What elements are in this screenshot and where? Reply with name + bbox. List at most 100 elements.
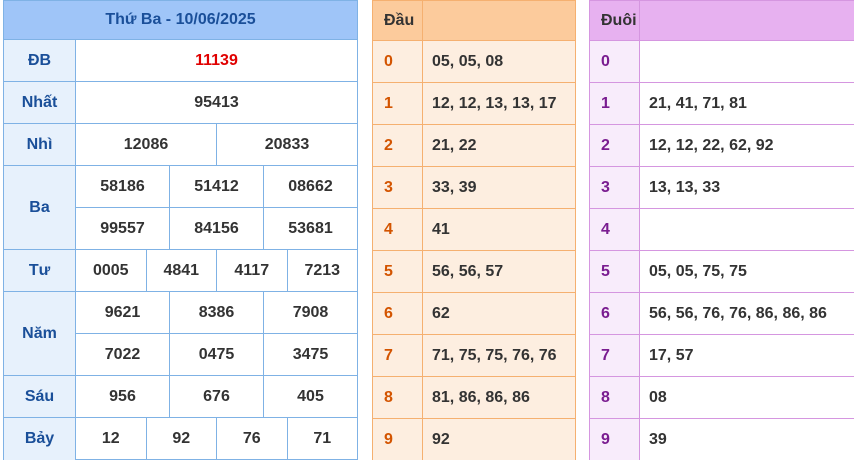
- duoi-row: 3 13, 13, 33: [590, 166, 854, 208]
- duoi-values: 13, 13, 33: [640, 167, 854, 208]
- dau-key: 0: [373, 41, 423, 82]
- prize-number: 71: [313, 430, 332, 447]
- prize-row-sau: Sáu 956 676 405: [4, 376, 357, 418]
- prize-row-bay: Bảy 12 92 76 71: [4, 418, 357, 460]
- prize-number: 405: [297, 387, 324, 405]
- duoi-values: 39: [640, 419, 854, 460]
- prize-number: 12: [76, 418, 147, 460]
- prize-label: Năm: [4, 292, 76, 375]
- dau-row: 5 56, 56, 57: [373, 250, 575, 292]
- duoi-key: 5: [590, 251, 640, 292]
- duoi-values: [640, 209, 854, 250]
- prize-number: 0005: [76, 250, 147, 291]
- dau-values: 12, 12, 13, 13, 17: [423, 83, 575, 124]
- duoi-key: 8: [590, 377, 640, 418]
- prize-label: Bảy: [4, 418, 76, 460]
- prize-row-ba: Ba 58186 51412 08662 99557 84156 53681: [4, 166, 357, 250]
- duoi-values: 21, 41, 71, 81: [640, 83, 854, 124]
- special-prize-number: 11139: [195, 51, 238, 69]
- prize-number: 0475: [170, 334, 264, 375]
- prize-number: 20833: [264, 135, 310, 153]
- dau-row: 1 12, 12, 13, 13, 17: [373, 82, 575, 124]
- dau-values: 33, 39: [423, 167, 575, 208]
- duoi-key: 9: [590, 419, 640, 460]
- duoi-key: 6: [590, 293, 640, 334]
- prize-label: ĐB: [4, 40, 76, 81]
- results-table: Thứ Ba - 10/06/2025 ĐB 11139 Nhất 95413 …: [3, 0, 358, 460]
- prize-number: 84156: [170, 208, 264, 249]
- prize-label: Tư: [4, 250, 76, 291]
- prize-number: 53681: [288, 219, 333, 237]
- duoi-values: 17, 57: [640, 335, 854, 376]
- prize-number: 99557: [76, 208, 170, 249]
- dau-row: 2 21, 22: [373, 124, 575, 166]
- duoi-row: 6 56, 56, 76, 76, 86, 86, 86: [590, 292, 854, 334]
- duoi-table: Đuôi 0 1 21, 41, 71, 81 2 12, 12, 22, 62, …: [589, 0, 854, 460]
- prize-number: 58186: [76, 166, 170, 207]
- results-date-title: Thứ Ba - 10/06/2025: [4, 1, 357, 40]
- dau-row: 8 81, 86, 86, 86: [373, 376, 575, 418]
- dau-key: 3: [373, 167, 423, 208]
- dau-values: 56, 56, 57: [423, 251, 575, 292]
- dau-key: 5: [373, 251, 423, 292]
- dau-values: 81, 86, 86, 86: [423, 377, 575, 418]
- duoi-row: 0: [590, 40, 854, 82]
- dau-key: 1: [373, 83, 423, 124]
- prize-number: 676: [170, 376, 264, 417]
- prize-number: 8386: [170, 292, 264, 333]
- prize-label: Nhì: [4, 124, 76, 165]
- prize-number: 4117: [217, 250, 288, 291]
- dau-row: 4 41: [373, 208, 575, 250]
- duoi-row: 7 17, 57: [590, 334, 854, 376]
- prize-number: 9621: [76, 292, 170, 333]
- prize-number: 95413: [194, 93, 239, 111]
- duoi-key: 7: [590, 335, 640, 376]
- prize-number: 4841: [147, 250, 217, 291]
- prize-number: 7213: [304, 261, 341, 279]
- dau-row: 0 05, 05, 08: [373, 40, 575, 82]
- prize-row-nam: Năm 9621 8386 7908 7022 0475 3475: [4, 292, 357, 376]
- duoi-key: 0: [590, 41, 640, 82]
- prize-number: 7908: [292, 303, 329, 321]
- duoi-values: 05, 05, 75, 75: [640, 251, 854, 292]
- dau-values: 92: [423, 419, 575, 460]
- prize-label: Ba: [4, 166, 76, 249]
- prize-row-db: ĐB 11139: [4, 40, 357, 82]
- duoi-row: 4: [590, 208, 854, 250]
- dau-header: Đầu: [373, 1, 423, 40]
- duoi-row: 9 39: [590, 418, 854, 460]
- prize-label: Nhất: [4, 82, 76, 123]
- dau-key: 6: [373, 293, 423, 334]
- dau-key: 4: [373, 209, 423, 250]
- duoi-key: 4: [590, 209, 640, 250]
- dau-row: 9 92: [373, 418, 575, 460]
- prize-number: 76: [217, 418, 288, 460]
- duoi-header-row: Đuôi: [590, 1, 854, 40]
- duoi-values: 56, 56, 76, 76, 86, 86, 86: [640, 293, 854, 334]
- dau-values: 41: [423, 209, 575, 250]
- prize-row-tu: Tư 0005 4841 4117 7213: [4, 250, 357, 292]
- dau-row: 6 62: [373, 292, 575, 334]
- dau-values: 21, 22: [423, 125, 575, 166]
- dau-row: 7 71, 75, 75, 76, 76: [373, 334, 575, 376]
- duoi-values: 08: [640, 377, 854, 418]
- dau-key: 8: [373, 377, 423, 418]
- duoi-values: 12, 12, 22, 62, 92: [640, 125, 854, 166]
- prize-row-nhi: Nhì 12086 20833: [4, 124, 357, 166]
- prize-label: Sáu: [4, 376, 76, 417]
- dau-key: 7: [373, 335, 423, 376]
- prize-number: 92: [147, 418, 217, 460]
- dau-values: 62: [423, 293, 575, 334]
- duoi-header: Đuôi: [590, 1, 640, 40]
- dau-row: 3 33, 39: [373, 166, 575, 208]
- duoi-row: 8 08: [590, 376, 854, 418]
- dau-table: Đầu 0 05, 05, 08 1 12, 12, 13, 13, 17 2 21,…: [372, 0, 576, 460]
- prize-number: 3475: [292, 345, 329, 363]
- prize-number: 7022: [76, 334, 170, 375]
- prize-number: 956: [76, 376, 170, 417]
- prize-number: 12086: [76, 124, 217, 165]
- duoi-values: [640, 41, 854, 82]
- duoi-key: 3: [590, 167, 640, 208]
- duoi-row: 2 12, 12, 22, 62, 92: [590, 124, 854, 166]
- prize-row-nhat: Nhất 95413: [4, 82, 357, 124]
